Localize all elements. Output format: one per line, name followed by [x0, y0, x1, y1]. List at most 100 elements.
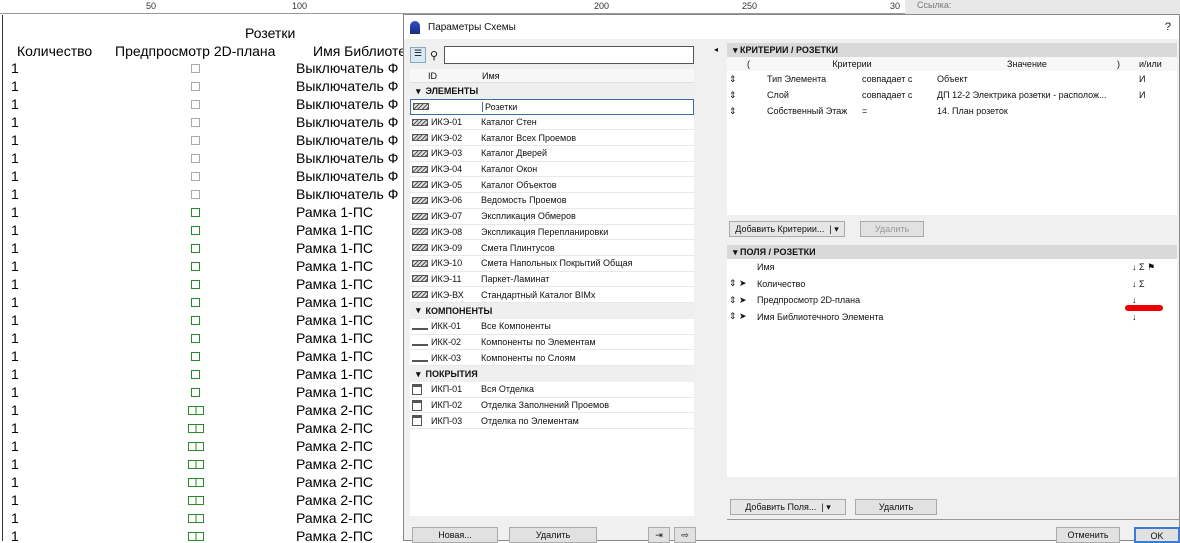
criterion[interactable]: Слой: [767, 90, 862, 100]
drag-handle-icon[interactable]: ⇕: [727, 90, 767, 101]
and-or[interactable]: И: [1139, 74, 1145, 84]
quantity: 1: [11, 348, 19, 364]
col-name[interactable]: Имя: [482, 71, 500, 81]
item-id: ИКЭ-07: [431, 211, 463, 222]
tree-view-icon[interactable]: ☰: [410, 47, 426, 63]
item-name: Каталог Окон: [481, 164, 538, 175]
value[interactable]: 14. План розеток: [937, 106, 1139, 116]
library-name: Рамка 1-ПС: [296, 294, 374, 310]
field-options[interactable]: ↓: [1132, 295, 1137, 305]
fields-col-icons: ↓ Σ ⚑: [1132, 261, 1156, 272]
col-id[interactable]: ID: [410, 71, 482, 81]
item-name: Стандартный Каталог BIMx: [481, 289, 596, 300]
criteria-row[interactable]: ⇕ Тип Элемента совпадает с Объект И: [727, 71, 1177, 87]
drag-handle-icon[interactable]: ⇕: [727, 278, 739, 289]
library-name: Рамка 2-ПС: [296, 474, 374, 490]
fields-col-name: Имя: [757, 262, 775, 273]
search-icon: ⚲: [430, 49, 439, 62]
preview-symbol-icon: [188, 442, 204, 451]
schedule-list-item[interactable]: ИКЭ-ВХ Стандартный Каталог BIMx: [410, 287, 694, 303]
ruler-label: 30: [890, 1, 901, 11]
group-header[interactable]: ▾ ЭЛЕМЕНТЫ: [410, 83, 694, 99]
element-schedule-icon: [412, 275, 428, 283]
ruler: 50 100 200 250 30 Ссылка:: [0, 0, 1180, 14]
preview-symbol-icon: [191, 136, 200, 145]
criteria-col: и/или: [1139, 59, 1162, 69]
schedule-list-item[interactable]: ИКП-02 Отделка Заполнений Проемов: [410, 398, 694, 414]
preview-symbol-icon: [188, 460, 204, 469]
quantity: 1: [11, 510, 19, 526]
criteria-col: ): [1117, 59, 1120, 69]
quantity: 1: [11, 384, 19, 400]
schedule-list-item[interactable]: ИКК-01 Все Компоненты: [410, 319, 694, 335]
delete-field-button[interactable]: Удалить: [855, 499, 937, 515]
schedule-list-item[interactable]: ИКЭ-11 Паркет-Ламинат: [410, 272, 694, 288]
field-row[interactable]: ⇕ ➤ Имя Библиотечного Элемента ↓: [727, 309, 1177, 326]
preview-symbol-icon: [188, 514, 204, 523]
schedule-list-item[interactable]: ИКЭ-01 Каталог Стен: [410, 115, 694, 131]
field-options[interactable]: ↓: [1132, 312, 1137, 322]
schedule-row: 1 Рамка 2-ПС: [3, 402, 403, 420]
schedule-row: 1 Рамка 2-ПС: [3, 492, 403, 510]
and-or[interactable]: И: [1139, 90, 1145, 100]
drag-handle-icon[interactable]: ⇕: [727, 106, 767, 117]
add-fields-button[interactable]: Добавить Поля... | ▾: [730, 499, 846, 515]
help-button[interactable]: ?: [1165, 21, 1171, 33]
schedule-list-item[interactable]: ИКЭ-08 Экспликация Перепланировки: [410, 225, 694, 241]
fields-section-header[interactable]: ▾ ПОЛЯ / РОЗЕТКИ: [727, 245, 1177, 259]
add-criteria-button[interactable]: Добавить Критерии... | ▾: [729, 221, 845, 237]
search-input[interactable]: [444, 46, 694, 64]
item-id: ИКП-01: [431, 384, 463, 395]
library-name: Рамка 1-ПС: [296, 366, 374, 382]
value[interactable]: ДП 12-2 Электрика розетки - располож...: [937, 90, 1139, 100]
schedule-list-item[interactable]: ИКП-03 Отделка по Элементам: [410, 413, 694, 430]
schedule-list-item[interactable]: ИКК-02 Компоненты по Элементам: [410, 335, 694, 351]
operator[interactable]: =: [862, 106, 937, 116]
value[interactable]: Объект: [937, 74, 1139, 84]
schedule-list-item[interactable]: ИКЭ-10 Смета Напольных Покрытий Общая: [410, 256, 694, 272]
schedule-list-item[interactable]: ИКЭ-09 Смета Плинтусов: [410, 240, 694, 256]
preview-symbol-icon: [191, 82, 200, 91]
preview-symbol-icon: [191, 334, 200, 343]
drag-handle-icon[interactable]: ⇕: [727, 311, 739, 322]
schedule-list-item[interactable]: ИКЭ-07 Экспликация Обмеров: [410, 209, 694, 225]
schedule-list-item[interactable]: ИКЭ-05 Каталог Объектов: [410, 177, 694, 194]
criteria-row[interactable]: ⇕ Собственный Этаж = 14. План розеток: [727, 103, 1177, 119]
schedule-sheet: Розетки Количество Предпросмотр 2D-плана…: [2, 15, 403, 541]
item-name: Вся Отделка: [481, 384, 535, 395]
schedule-list-item[interactable]: ИКЭ-04 Каталог Окон: [410, 162, 694, 178]
schedule-list-item[interactable]: Розетки: [410, 99, 694, 115]
item-name: Экспликация Перепланировки: [481, 226, 609, 237]
operator[interactable]: совпадает с: [862, 74, 937, 84]
criteria-row[interactable]: ⇕ Слой совпадает с ДП 12-2 Электрика розетк…: [727, 87, 1177, 103]
criterion[interactable]: Тип Элемента: [767, 74, 862, 84]
criteria-section-header[interactable]: ▾ КРИТЕРИИ / РОЗЕТКИ: [727, 43, 1177, 57]
operator[interactable]: совпадает с: [862, 90, 937, 100]
schedule-list-item[interactable]: ИКЭ-03 Каталог Дверей: [410, 146, 694, 162]
item-id: ИКК-01: [431, 321, 461, 332]
field-options[interactable]: ↓ Σ: [1132, 279, 1145, 289]
field-row[interactable]: ⇕ ➤ Предпросмотр 2D-плана ↓: [727, 292, 1177, 309]
criterion[interactable]: Собственный Этаж: [767, 106, 862, 116]
drag-handle-icon[interactable]: ⇕: [727, 74, 767, 85]
collapse-panel-icon[interactable]: ◂: [714, 45, 718, 54]
preview-symbol-icon: [191, 172, 200, 181]
group-header[interactable]: ▾ ПОКРЫТИЯ: [410, 366, 694, 382]
schedule-list-item[interactable]: ИКК-03 Компоненты по Слоям: [410, 350, 694, 366]
schedule-list-item[interactable]: ИКП-01 Вся Отделка: [410, 382, 694, 398]
drag-handle-icon[interactable]: ⇕: [727, 295, 739, 306]
field-row[interactable]: ⇕ ➤ Количество ↓ Σ: [727, 276, 1177, 293]
delete-criteria-button[interactable]: Удалить: [860, 221, 924, 237]
element-schedule-icon: [412, 196, 428, 204]
schedule-list-item[interactable]: ИКЭ-02 Каталог Всех Проемов: [410, 130, 694, 147]
preview-symbol-icon: [188, 424, 204, 433]
criteria-col: (: [747, 59, 750, 69]
schedule-row: 1 Рамка 1-ПС: [3, 312, 403, 330]
library-name: Рамка 1-ПС: [296, 240, 374, 256]
group-header[interactable]: ▾ КОМПОНЕНТЫ: [410, 302, 694, 319]
schedule-row: 1 Выключатель Ф: [3, 186, 403, 204]
schedule-list-item[interactable]: ИКЭ-06 Ведомость Проемов: [410, 193, 694, 209]
schedule-row: 1 Рамка 1-ПС: [3, 366, 403, 384]
app-logo-icon: [410, 20, 420, 34]
library-name: Выключатель Ф: [296, 114, 399, 130]
